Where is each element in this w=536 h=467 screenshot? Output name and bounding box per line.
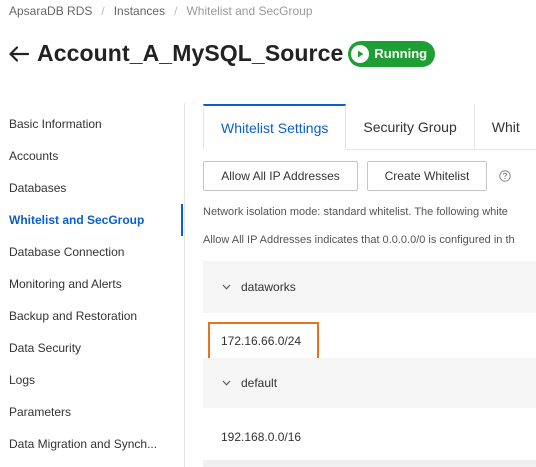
sidebar-item-logs[interactable]: Logs — [0, 364, 184, 396]
breadcrumb-apsaradb-rds[interactable]: ApsaraDB RDS — [9, 4, 92, 18]
sidebar-item-parameters[interactable]: Parameters — [0, 396, 184, 428]
next-group-strip — [203, 460, 536, 467]
breadcrumb: ApsaraDB RDS / Instances / Whitelist and… — [9, 4, 313, 18]
sidebar-item-whitelist-and-secgroup[interactable]: Whitelist and SecGroup — [0, 204, 184, 236]
sidebar-item-monitoring-and-alerts[interactable]: Monitoring and Alerts — [0, 268, 184, 300]
tab-whitelist-settings[interactable]: Whitelist Settings — [203, 104, 347, 150]
create-whitelist-button[interactable]: Create Whitelist — [367, 161, 487, 191]
sidebar-item-data-security[interactable]: Data Security — [0, 332, 184, 364]
whitelist-ip-value: 172.16.66.0/24 — [221, 334, 302, 348]
whitelist-ip-highlighted: 172.16.66.0/24 — [208, 322, 319, 360]
play-icon — [351, 44, 370, 63]
breadcrumb-instances[interactable]: Instances — [114, 4, 165, 18]
whitelist-ip-value: 192.168.0.0/16 — [221, 430, 302, 444]
tab-whitelist-truncated[interactable]: Whit — [475, 104, 536, 150]
allow-all-description: Allow All IP Addresses indicates that 0.… — [203, 234, 515, 246]
sidebar-item-databases[interactable]: Databases — [0, 172, 184, 204]
page-title: Account_A_MySQL_Source — [37, 40, 344, 66]
status-badge: Running — [348, 40, 436, 67]
help-icon[interactable] — [498, 169, 512, 183]
chevron-down-icon — [221, 282, 231, 292]
status-label: Running — [374, 46, 428, 61]
sidebar-divider — [184, 103, 185, 467]
toolbar: Allow All IP Addresses Create Whitelist — [203, 161, 512, 191]
sidebar-item-backup-and-restoration[interactable]: Backup and Restoration — [0, 300, 184, 332]
tab-security-group[interactable]: Security Group — [346, 104, 475, 150]
whitelist-group-name: default — [241, 376, 278, 390]
sidebar-item-data-migration[interactable]: Data Migration and Synch... — [0, 428, 184, 460]
breadcrumb-current: Whitelist and SecGroup — [186, 4, 313, 18]
page-header: Account_A_MySQL_Source Running — [8, 40, 436, 67]
breadcrumb-separator: / — [101, 4, 105, 18]
sidebar-item-accounts[interactable]: Accounts — [0, 140, 184, 172]
tab-bar: Whitelist Settings Security Group Whit — [203, 104, 536, 150]
sidebar-item-basic-information[interactable]: Basic Information — [0, 108, 184, 140]
sidebar-item-database-connection[interactable]: Database Connection — [0, 236, 184, 268]
back-arrow-icon[interactable] — [8, 43, 30, 65]
whitelist-group-name: dataworks — [241, 280, 296, 294]
whitelist-group-body: 192.168.0.0/16 — [203, 414, 536, 460]
chevron-down-icon — [221, 378, 231, 388]
whitelist-group-header[interactable]: default — [203, 358, 536, 408]
whitelist-group-header[interactable]: dataworks — [203, 261, 536, 313]
breadcrumb-separator: / — [174, 4, 178, 18]
sidebar-nav: Basic Information Accounts Databases Whi… — [0, 108, 184, 460]
network-mode-description: Network isolation mode: standard whiteli… — [203, 206, 508, 218]
allow-all-ip-button[interactable]: Allow All IP Addresses — [203, 161, 358, 191]
